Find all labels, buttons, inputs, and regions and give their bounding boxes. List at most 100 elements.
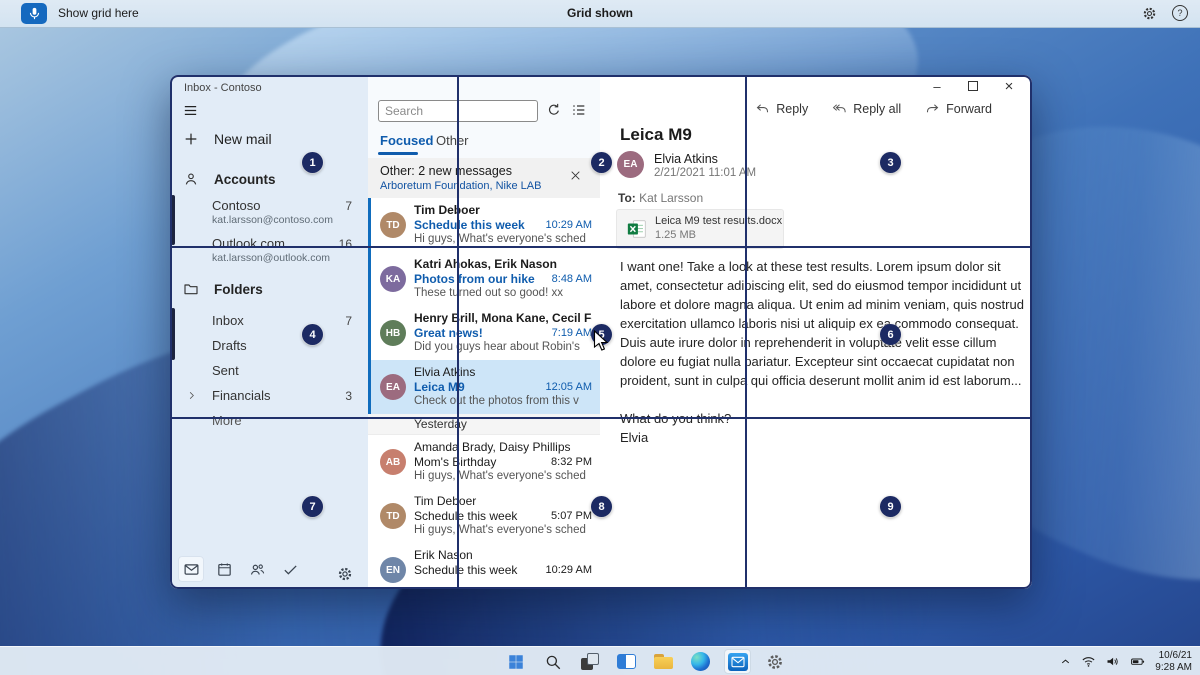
wifi-icon[interactable]: [1081, 654, 1096, 669]
unread-count: 7: [345, 199, 352, 213]
avatar: EN: [380, 557, 406, 583]
avatar: EA: [380, 374, 406, 400]
person-icon: [183, 171, 199, 187]
reply-icon: [755, 101, 770, 116]
battery-icon[interactable]: [1129, 654, 1146, 669]
tab-other[interactable]: Other: [436, 133, 469, 148]
banner-sender-links[interactable]: Arboretum Foundation, Nike LAB: [380, 180, 541, 192]
unread-count: 3: [345, 389, 352, 403]
plus-icon: [183, 131, 199, 147]
file-explorer-button[interactable]: [650, 649, 677, 674]
voice-status-text: Grid shown: [567, 6, 633, 20]
close-button[interactable]: ×: [998, 77, 1020, 95]
tray-time: 9:28 AM: [1155, 661, 1192, 673]
minimize-button[interactable]: –: [926, 77, 948, 95]
mail-sidebar: Inbox - Contoso New mail Accounts Contos…: [170, 75, 368, 589]
file-explorer-icon: [654, 654, 673, 669]
taskbar-clock[interactable]: 10/6/21 9:28 AM: [1155, 650, 1192, 674]
window-title: Inbox - Contoso: [184, 82, 262, 94]
chevron-right-icon: [186, 390, 197, 401]
message-list-pane: Focused Other Other: 2 new messages Arbo…: [368, 75, 600, 589]
active-tab-indicator: [378, 152, 418, 155]
avatar: HB: [380, 320, 406, 346]
edge-button[interactable]: [687, 649, 714, 674]
reply-button[interactable]: Reply: [755, 101, 808, 116]
hamburger-icon: [182, 102, 199, 119]
people-nav-button[interactable]: [244, 556, 270, 582]
reply-all-icon: [832, 101, 847, 116]
close-icon[interactable]: [569, 169, 582, 182]
calendar-nav-button[interactable]: [211, 556, 237, 582]
date-divider: Yesterday: [368, 414, 600, 435]
search-button[interactable]: [539, 649, 566, 674]
tab-focused[interactable]: Focused: [380, 133, 433, 148]
widgets-button[interactable]: [613, 649, 640, 674]
hamburger-menu-button[interactable]: [182, 102, 199, 119]
avatar: KA: [380, 266, 406, 292]
taskbar-app-icons: [502, 649, 788, 674]
new-mail-label: New mail: [214, 131, 272, 147]
sync-icon[interactable]: [546, 102, 562, 118]
start-icon: [507, 653, 525, 671]
task-view-button[interactable]: [576, 649, 603, 674]
message-item-selected[interactable]: EA Elvia Atkins Leica M9 12:05 AM Check …: [368, 360, 600, 415]
mail-app-button[interactable]: [724, 649, 751, 674]
arrow-cursor: [593, 330, 609, 351]
selected-folder-indicator: [171, 308, 175, 360]
search-input[interactable]: [378, 100, 538, 122]
message-item[interactable]: AB Amanda Brady, Daisy Phillips Mom's Bi…: [368, 435, 600, 490]
voice-access-bar: Show grid here Grid shown ?: [0, 0, 1200, 28]
folders-header[interactable]: Folders: [183, 281, 263, 297]
filter-icon[interactable]: [571, 102, 587, 118]
mail-settings-button[interactable]: [337, 566, 353, 582]
edge-icon: [691, 652, 710, 671]
attachment-size: 1.25 MB: [655, 229, 696, 241]
task-view-icon: [580, 652, 599, 671]
avatar: TD: [380, 212, 406, 238]
envelope-icon: [730, 654, 746, 670]
unread-indicator: [368, 252, 371, 306]
help-icon[interactable]: ?: [1172, 5, 1188, 21]
todo-check-icon: [282, 561, 299, 578]
volume-icon[interactable]: [1105, 654, 1120, 669]
sender-avatar: EA: [617, 151, 644, 178]
message-item[interactable]: EN Erik Nason Schedule this week 10:29 A…: [368, 543, 600, 589]
search-icon: [544, 653, 562, 671]
settings-button[interactable]: [761, 649, 788, 674]
reply-all-button[interactable]: Reply all: [832, 101, 901, 116]
selected-indicator: [368, 360, 371, 414]
message-date: 2/21/2021 11:01 AM: [654, 167, 757, 179]
other-messages-banner: Other: 2 new messages Arboretum Foundati…: [368, 158, 600, 198]
selected-account-indicator: [171, 195, 175, 245]
message-item[interactable]: TD Tim Deboer Schedule this week 10:29 A…: [368, 198, 600, 253]
forward-icon: [925, 101, 940, 116]
sender-name: Elvia Atkins: [654, 152, 718, 166]
mail-icon: [183, 561, 200, 578]
message-item[interactable]: HB Henry Brill, Mona Kane, Cecil Fo Grea…: [368, 306, 600, 361]
new-mail-button[interactable]: New mail: [183, 131, 272, 147]
accounts-header[interactable]: Accounts: [183, 171, 276, 187]
banner-title: Other: 2 new messages: [380, 164, 513, 178]
window-controls: – ×: [926, 77, 1020, 95]
excel-file-icon: [626, 218, 648, 240]
taskbar: 10/6/21 9:28 AM: [0, 646, 1200, 675]
start-button[interactable]: [502, 649, 529, 674]
todo-nav-button[interactable]: [277, 556, 303, 582]
message-item[interactable]: KA Katri Ahokas, Erik Nason Photos from …: [368, 252, 600, 307]
avatar: AB: [380, 449, 406, 475]
attachment-card[interactable]: Leica M9 test results.docx 1.25 MB: [616, 209, 784, 249]
gear-icon: [337, 566, 353, 582]
system-tray: 10/6/21 9:28 AM: [1059, 647, 1192, 675]
forward-button[interactable]: Forward: [925, 101, 992, 116]
maximize-icon: [968, 81, 978, 91]
message-actions: Reply Reply all Forward: [755, 101, 992, 116]
message-item[interactable]: TD Tim Deboer Schedule this week 5:07 PM…: [368, 489, 600, 544]
maximize-button[interactable]: [962, 77, 984, 95]
recipient-line: To: Kat Larsson: [618, 191, 704, 205]
unread-count: 7: [345, 314, 352, 328]
attachment-name: Leica M9 test results.docx: [655, 215, 783, 227]
message-body: I want one! Take a look at these test re…: [620, 259, 1024, 445]
voice-settings-gear-icon[interactable]: [1142, 6, 1157, 21]
mail-nav-button[interactable]: [178, 556, 204, 582]
chevron-up-icon[interactable]: [1059, 655, 1072, 668]
